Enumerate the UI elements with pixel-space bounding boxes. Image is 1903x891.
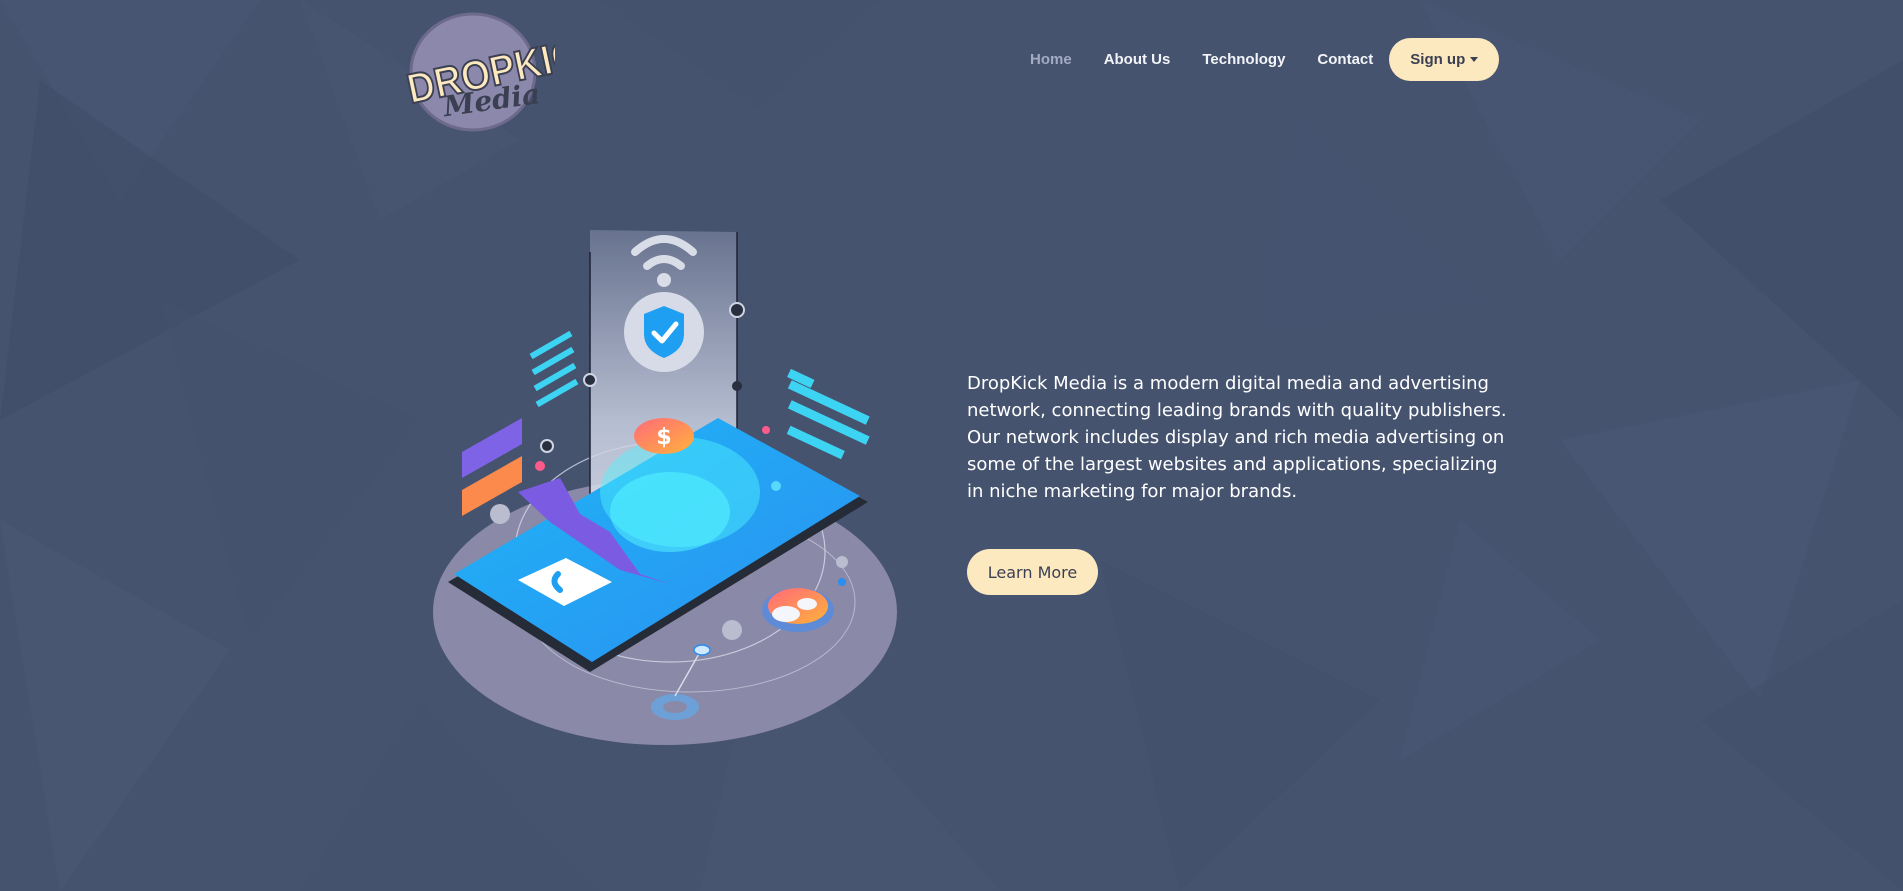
nav-home[interactable]: Home	[1030, 51, 1072, 68]
main-nav: Home About Us Technology Contact Sign up	[1030, 36, 1500, 82]
learn-more-button[interactable]: Learn More	[967, 549, 1098, 595]
signup-label: Sign up	[1410, 50, 1466, 68]
dropkick-logo[interactable]: DROPKICK Media	[393, 12, 555, 136]
nav-about-us[interactable]: About Us	[1104, 51, 1171, 68]
user-group-icon	[762, 588, 834, 632]
hero-description: DropKick Media is a modern digital media…	[967, 373, 1507, 502]
hero-illustration: $	[433, 230, 897, 745]
coin-symbol: $	[656, 425, 671, 450]
nav-contact[interactable]: Contact	[1317, 51, 1373, 68]
dollar-coin-icon: $	[634, 418, 694, 454]
nav-technology[interactable]: Technology	[1202, 51, 1285, 68]
signup-dropdown-button[interactable]: Sign up	[1389, 37, 1500, 81]
caret-down-icon	[1470, 57, 1479, 62]
